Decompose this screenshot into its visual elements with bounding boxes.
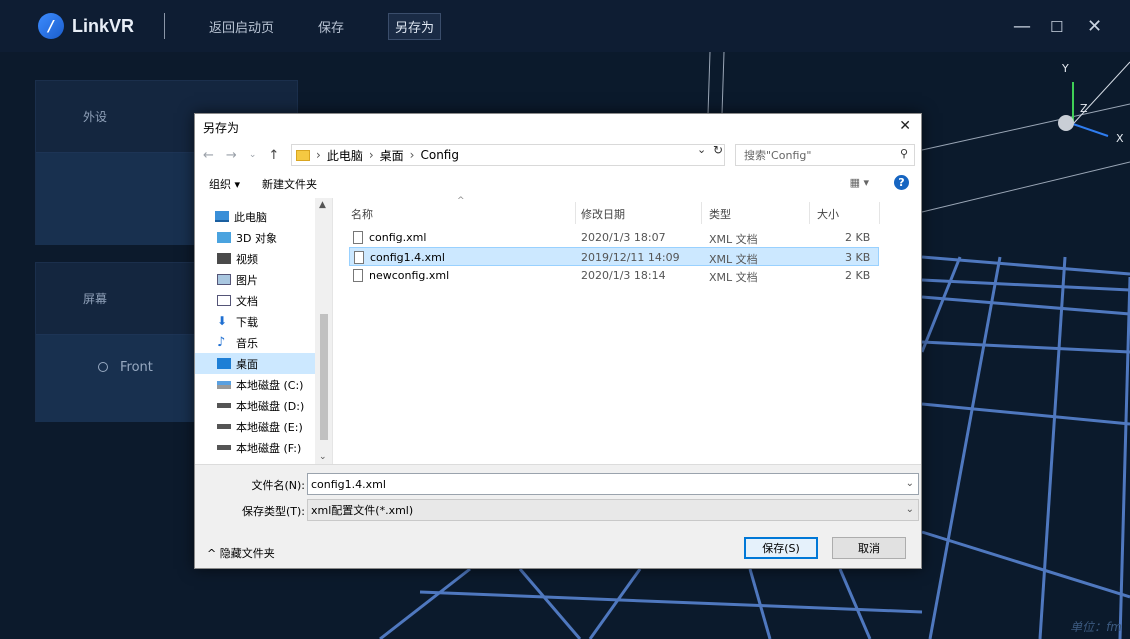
nav-music[interactable]: ♪ 音乐 (195, 332, 332, 353)
dialog-footer: 文件名(N): config1.4.xml ⌄ 保存类型(T): xml配置文件… (195, 464, 921, 568)
filename-label: 文件名(N): (251, 479, 305, 492)
nav-pictures[interactable]: 图片 (195, 269, 332, 290)
cancel-button[interactable]: 取消 (832, 537, 906, 559)
save-as-menu-button[interactable]: 另存为 (388, 12, 442, 40)
nav-drive-c[interactable]: 本地磁盘 (C:) (195, 374, 332, 395)
back-to-start-button[interactable]: 返回启动页 (209, 17, 274, 36)
file-icon (353, 269, 363, 282)
desktop-icon (217, 358, 231, 369)
crumb-desktop[interactable]: 桌面 (380, 147, 404, 164)
file-row[interactable]: config.xml 2020/1/3 18:07 XML 文档 2 KB (349, 228, 879, 247)
dialog-title: 另存为 (203, 120, 240, 135)
front-label: Front (120, 359, 153, 375)
save-as-dialog: 另存为 ✕ ← → ⌄ ↑ › 此电脑 › 桌面 › Config ⌄ ↻ 搜索… (194, 113, 922, 569)
drive-icon (217, 445, 231, 450)
hide-folders-toggle[interactable]: ^ 隐藏文件夹 (207, 545, 275, 561)
help-icon[interactable]: ? (894, 175, 909, 190)
col-name[interactable]: 名称 (351, 206, 373, 222)
view-options-icon[interactable]: ▦ ▾ (850, 176, 869, 189)
filetype-dropdown-icon[interactable]: ⌄ (906, 504, 914, 515)
axis-x-label: X (1116, 132, 1124, 145)
file-row[interactable]: newconfig.xml 2020/1/3 18:14 XML 文档 2 KB (349, 266, 879, 285)
nav-scroll-thumb[interactable] (320, 314, 328, 440)
search-icon[interactable]: ⚲ (900, 147, 908, 160)
radio-icon[interactable] (98, 362, 108, 372)
pc-icon (215, 211, 229, 222)
column-headers: 名称 ^ 修改日期 类型 大小 (335, 196, 921, 226)
video-icon (217, 253, 231, 264)
app-name: LinkVR (72, 15, 135, 36)
search-placeholder: 搜索"Config" (744, 149, 812, 162)
filename-dropdown-icon[interactable]: ⌄ (906, 478, 914, 489)
filetype-select[interactable]: xml配置文件(*.xml) ⌄ (307, 499, 919, 521)
app-logo: / LinkVR (38, 13, 134, 39)
recent-dropdown-icon[interactable]: ⌄ (249, 150, 257, 160)
file-row[interactable]: config1.4.xml 2019/12/11 14:09 XML 文档 3 … (349, 247, 879, 266)
crumb-config[interactable]: Config (420, 148, 459, 162)
folder-icon (296, 149, 310, 161)
nav-desktop[interactable]: 桌面 (195, 353, 332, 374)
nav-downloads[interactable]: ⬇ 下载 (195, 311, 332, 332)
scroll-down-icon[interactable]: ⌄ (319, 452, 327, 462)
maximize-icon[interactable]: ☐ (1050, 18, 1063, 36)
nav-documents[interactable]: 文档 (195, 290, 332, 311)
save-menu-button[interactable]: 保存 (318, 17, 344, 36)
axis-y-label: Y (1062, 62, 1069, 75)
nav-drive-f[interactable]: 本地磁盘 (F:) (195, 437, 332, 458)
pictures-icon (217, 274, 231, 285)
new-folder-button[interactable]: 新建文件夹 (262, 176, 317, 192)
forward-arrow-icon[interactable]: → (226, 148, 237, 163)
address-dropdown-icon[interactable]: ⌄ (697, 143, 706, 156)
navigation-pane: 此电脑 3D 对象 视频 图片 文档 ⬇ 下载 ♪ 音乐 桌面 本地磁盘 (C:… (195, 198, 333, 464)
dialog-close-icon[interactable]: ✕ (899, 118, 911, 134)
organize-button[interactable]: 组织 ▾ (209, 176, 240, 192)
drive-icon (217, 403, 231, 408)
sort-caret-icon: ^ (457, 196, 465, 206)
file-list: 名称 ^ 修改日期 类型 大小 config.xml 2020/1/3 18:0… (335, 196, 921, 464)
back-arrow-icon[interactable]: ← (203, 148, 214, 163)
title-divider (164, 13, 166, 39)
nav-3d-objects[interactable]: 3D 对象 (195, 227, 332, 248)
address-row: ← → ⌄ ↑ › 此电脑 › 桌面 › Config ⌄ ↻ 搜索"Confi… (195, 140, 921, 170)
address-bar[interactable]: › 此电脑 › 桌面 › Config (291, 144, 725, 166)
col-size[interactable]: 大小 (817, 206, 839, 222)
nav-scrollbar[interactable]: ▲ ⌄ (315, 198, 332, 464)
nav-this-pc[interactable]: 此电脑 (195, 206, 332, 227)
filetype-label: 保存类型(T): (241, 505, 305, 518)
axis-z-label: Z (1080, 102, 1088, 115)
minimize-icon[interactable]: — (1013, 16, 1031, 37)
search-input[interactable]: 搜索"Config" ⚲ (735, 144, 915, 166)
nav-drive-e[interactable]: 本地磁盘 (E:) (195, 416, 332, 437)
music-icon: ♪ (217, 335, 226, 350)
filename-input[interactable]: config1.4.xml ⌄ (307, 473, 919, 495)
filetype-row: 保存类型(T): xml配置文件(*.xml) ⌄ (195, 499, 921, 521)
linkvr-logo-icon: / (38, 13, 64, 39)
drive-c-icon (217, 380, 231, 389)
col-type[interactable]: 类型 (709, 206, 731, 222)
nav-videos[interactable]: 视频 (195, 248, 332, 269)
dialog-title-bar: 另存为 ✕ (195, 114, 921, 140)
col-modified[interactable]: 修改日期 (581, 206, 625, 222)
refresh-icon[interactable]: ↻ (713, 143, 723, 157)
save-button[interactable]: 保存(S) (744, 537, 818, 559)
app-title-bar: / LinkVR 返回启动页 保存 另存为 — ☐ ✕ (0, 0, 1130, 52)
nav-drive-d[interactable]: 本地磁盘 (D:) (195, 395, 332, 416)
close-icon[interactable]: ✕ (1087, 16, 1102, 37)
scroll-up-icon[interactable]: ▲ (319, 200, 326, 210)
dialog-toolbar: 组织 ▾ 新建文件夹 ▦ ▾ ? (195, 170, 921, 198)
browser-area: 此电脑 3D 对象 视频 图片 文档 ⬇ 下载 ♪ 音乐 桌面 本地磁盘 (C:… (195, 196, 921, 464)
unit-label: 单位：fm (1070, 620, 1122, 634)
file-icon (354, 251, 364, 264)
drive-icon (217, 424, 231, 429)
documents-icon (217, 295, 231, 306)
download-icon: ⬇ (217, 314, 228, 328)
file-icon (353, 231, 363, 244)
3d-objects-icon (217, 232, 231, 243)
crumb-this-pc[interactable]: 此电脑 (327, 147, 363, 164)
filename-row: 文件名(N): config1.4.xml ⌄ (195, 473, 921, 495)
up-arrow-icon[interactable]: ↑ (268, 148, 279, 163)
